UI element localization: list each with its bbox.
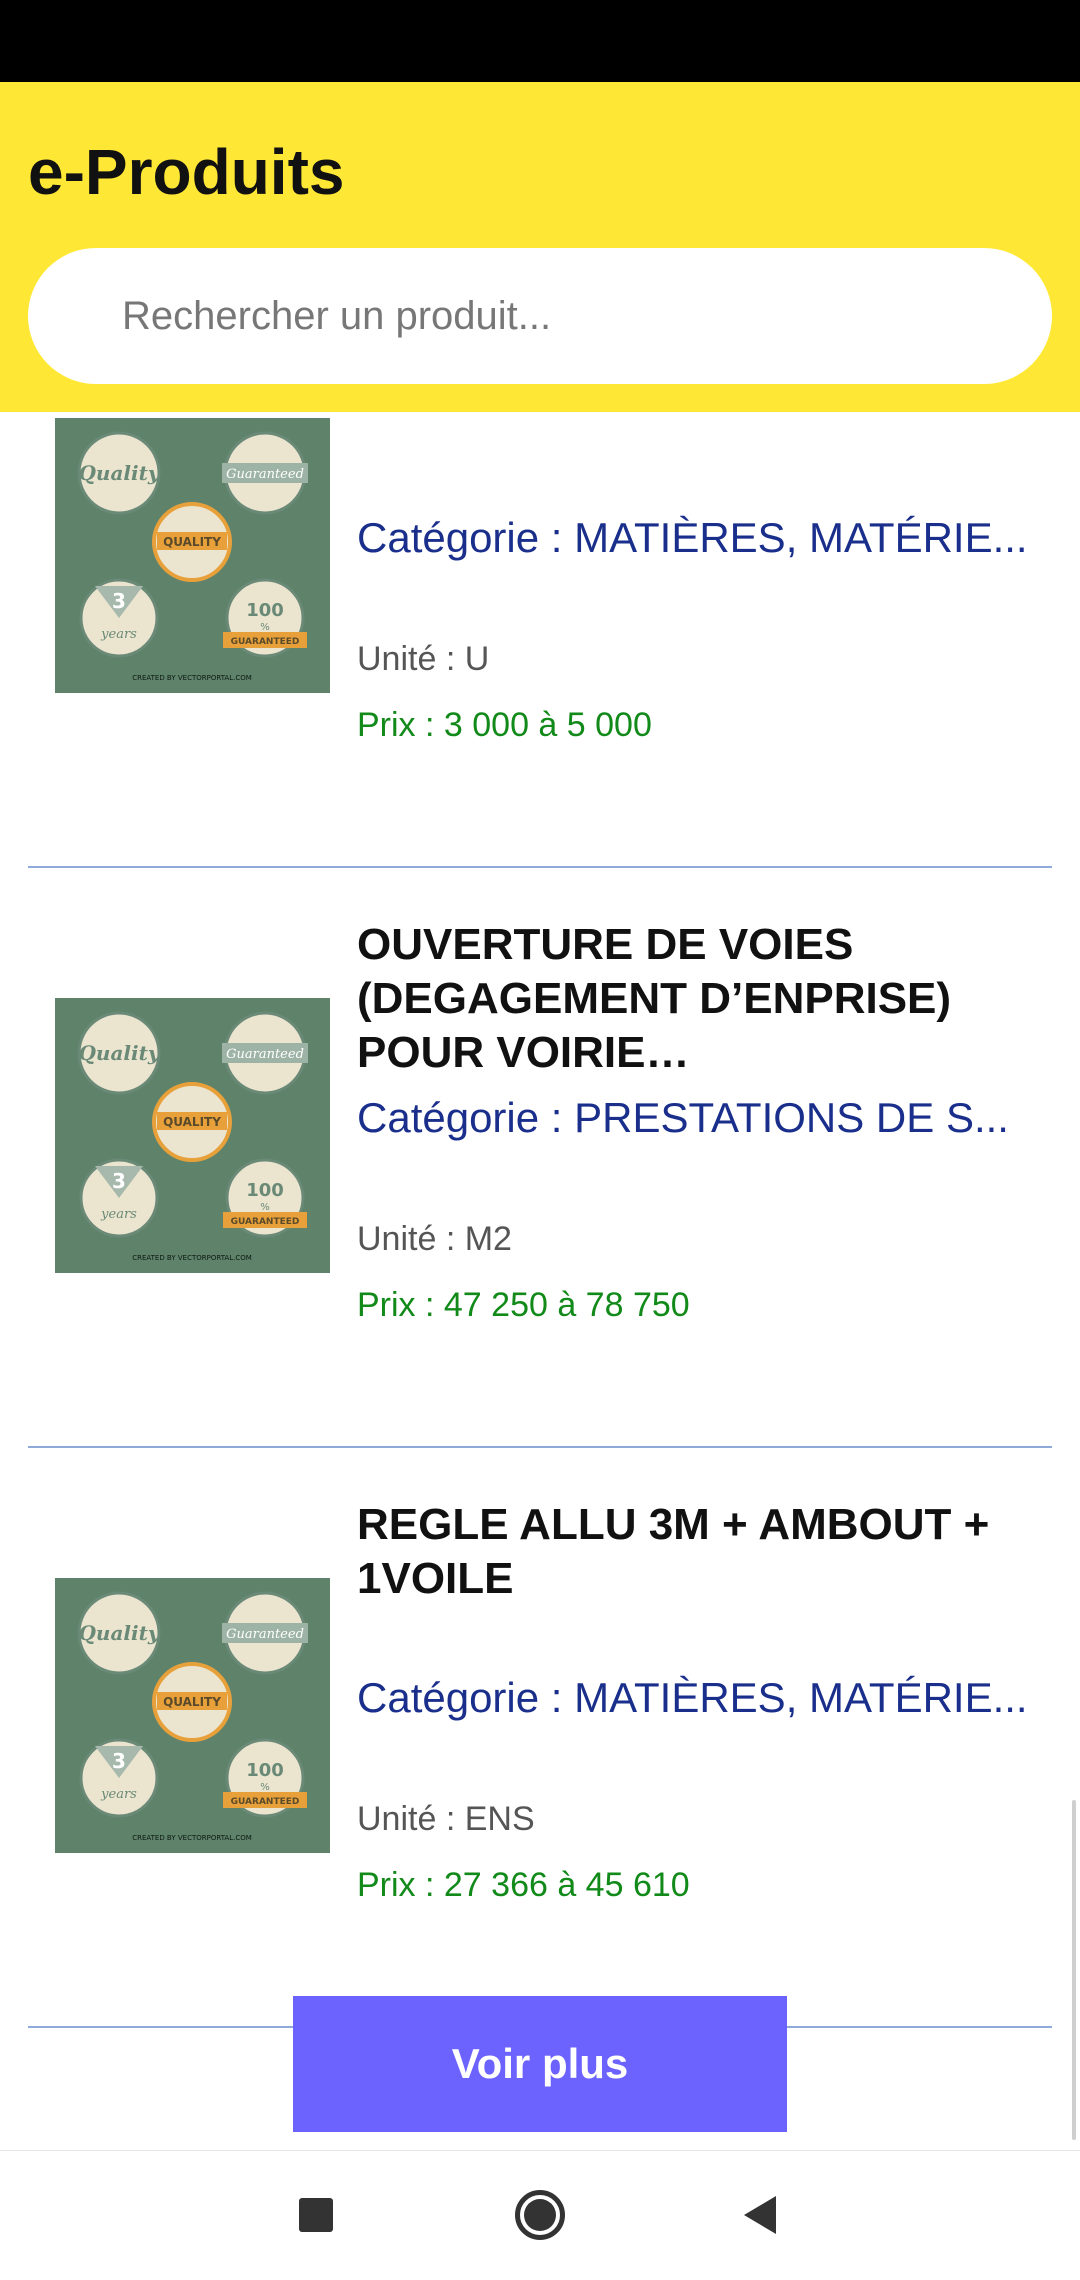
product-unit: Unité : ENS [357,1800,535,1838]
system-nav-bar [0,2150,1080,2280]
svg-text:100: 100 [246,600,284,621]
list-item[interactable]: Quality Guaranteed QUALITY 3 years 100% GUARAN… [0,412,1080,868]
svg-text:3: 3 [112,1749,126,1773]
search-input[interactable] [122,248,1002,384]
list-item[interactable]: Quality Guaranteed QUALITY 3 years 100% GUARAN… [0,868,1080,1448]
svg-text:QUALITY: QUALITY [163,1695,221,1709]
svg-text:3: 3 [112,589,126,613]
product-image-badges: Quality Guaranteed QUALITY 3 years 100% GUARAN… [55,998,330,1273]
svg-text:Quality: Quality [79,1621,161,1645]
svg-text:GUARANTEED: GUARANTEED [231,637,300,647]
back-button[interactable] [720,2175,800,2255]
product-name: OUVERTURE DE VOIES (DEGAGEMENT D’ENPRISE… [357,920,952,1077]
list-item[interactable]: Quality Guaranteed QUALITY 3 years 100% GUARAN… [0,1448,1080,2028]
svg-text:Guaranteed: Guaranteed [226,467,304,482]
product-list-viewport[interactable]: Quality Guaranteed QUALITY 3 years 100% GUARAN… [0,412,1080,2150]
svg-text:100: 100 [246,1180,284,1201]
svg-text:Quality: Quality [79,461,161,485]
svg-text:GUARANTEED: GUARANTEED [231,1797,300,1807]
product-category: Catégorie : MATIÈRES, MATÉRIE... [357,1674,1028,1721]
svg-text:years: years [100,627,137,642]
svg-text:Guaranteed: Guaranteed [226,1627,304,1642]
circle-icon [515,2190,565,2240]
svg-text:CREATED BY VECTORPORTAL.COM: CREATED BY VECTORPORTAL.COM [132,1254,252,1262]
svg-text:%: % [260,1202,270,1213]
triangle-back-icon [744,2196,776,2234]
svg-text:CREATED BY VECTORPORTAL.COM: CREATED BY VECTORPORTAL.COM [132,674,252,682]
svg-text:years: years [100,1207,137,1222]
product-category: Catégorie : MATIÈRES, MATÉRIE... [357,514,1028,561]
home-button[interactable] [500,2175,580,2255]
svg-text:years: years [100,1787,137,1802]
product-name: … [357,412,1037,500]
svg-text:CREATED BY VECTORPORTAL.COM: CREATED BY VECTORPORTAL.COM [132,1834,252,1842]
svg-text:Guaranteed: Guaranteed [226,1047,304,1062]
svg-text:%: % [260,622,270,633]
product-unit: Unité : U [357,640,490,678]
product-image: Quality Guaranteed QUALITY 3 years 100% GUARAN… [55,998,330,1273]
svg-text:QUALITY: QUALITY [163,1115,221,1129]
svg-text:100: 100 [246,1760,284,1781]
svg-text:3: 3 [112,1169,126,1193]
svg-text:%: % [260,1782,270,1793]
search-box[interactable] [28,248,1052,384]
product-price: Prix : 47 250 à 78 750 [357,1286,690,1324]
scroll-indicator [1072,1800,1076,2140]
product-price: Prix : 27 366 à 45 610 [357,1866,690,1904]
svg-text:GUARANTEED: GUARANTEED [231,1217,300,1227]
recent-apps-button[interactable] [276,2175,356,2255]
svg-text:QUALITY: QUALITY [163,535,221,549]
product-image-badges: Quality Guaranteed QUALITY 3 years 100% GUARAN… [55,1578,330,1853]
product-category: Catégorie : PRESTATIONS DE S... [357,1094,1009,1141]
app-header: e-Produits [0,82,1080,412]
svg-text:Quality: Quality [79,1041,161,1065]
product-image-badges: Quality Guaranteed QUALITY 3 years 100% GUARAN… [55,418,330,693]
square-icon [299,2198,333,2232]
product-list: Quality Guaranteed QUALITY 3 years 100% GUARAN… [0,412,1080,2028]
app-title: e-Produits [28,136,345,208]
voir-plus-button[interactable]: Voir plus [293,1996,787,2132]
status-bar [0,0,1080,82]
product-image: Quality Guaranteed QUALITY 3 years 100% GUARAN… [55,418,330,693]
product-unit: Unité : M2 [357,1220,512,1258]
product-name: REGLE ALLU 3M + AMBOUT + 1VOILE [357,1500,990,1603]
product-image: Quality Guaranteed QUALITY 3 years 100% GUARAN… [55,1578,330,1853]
product-price: Prix : 3 000 à 5 000 [357,706,652,744]
